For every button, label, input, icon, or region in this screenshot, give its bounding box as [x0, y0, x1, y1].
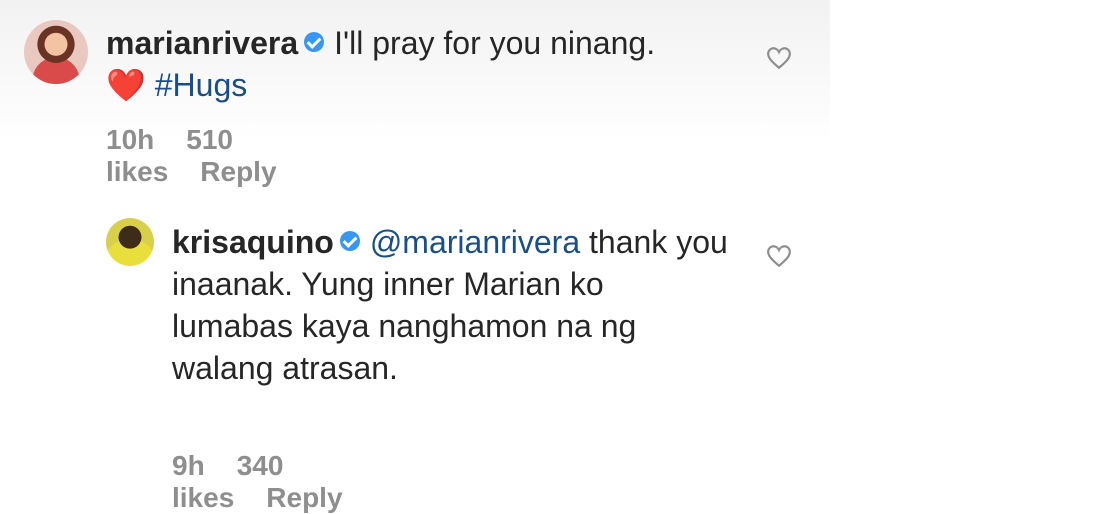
comments-panel: marianrivera I'll pray for you ninang. ❤️… [0, 0, 830, 513]
avatar[interactable] [24, 20, 88, 84]
comment-body: marianrivera I'll pray for you ninang. ❤️… [106, 22, 666, 106]
avatar[interactable] [106, 218, 154, 266]
verified-badge-icon [304, 32, 325, 52]
mention-link[interactable]: @marianrivera [370, 224, 580, 260]
heart-outline-icon[interactable] [766, 244, 792, 268]
username[interactable]: marianrivera [106, 25, 298, 61]
heart-emoji: ❤️ [106, 67, 146, 103]
verified-badge-icon [339, 231, 360, 251]
timestamp: 10h [106, 124, 155, 155]
timestamp: 9h [172, 450, 205, 481]
reply-button[interactable]: Reply [266, 482, 342, 513]
comment-meta: 10h 510 likes Reply [106, 124, 309, 188]
comment-text: I'll pray for you ninang. [334, 25, 656, 61]
comment-meta: 9h 340 likes Reply [172, 450, 375, 514]
username[interactable]: krisaquino [172, 224, 334, 260]
heart-outline-icon[interactable] [766, 46, 792, 70]
comment-body: krisaquino @marianrivera thank you inaana… [172, 221, 732, 389]
hashtag-link[interactable]: #Hugs [155, 67, 248, 103]
reply-button[interactable]: Reply [200, 156, 276, 187]
